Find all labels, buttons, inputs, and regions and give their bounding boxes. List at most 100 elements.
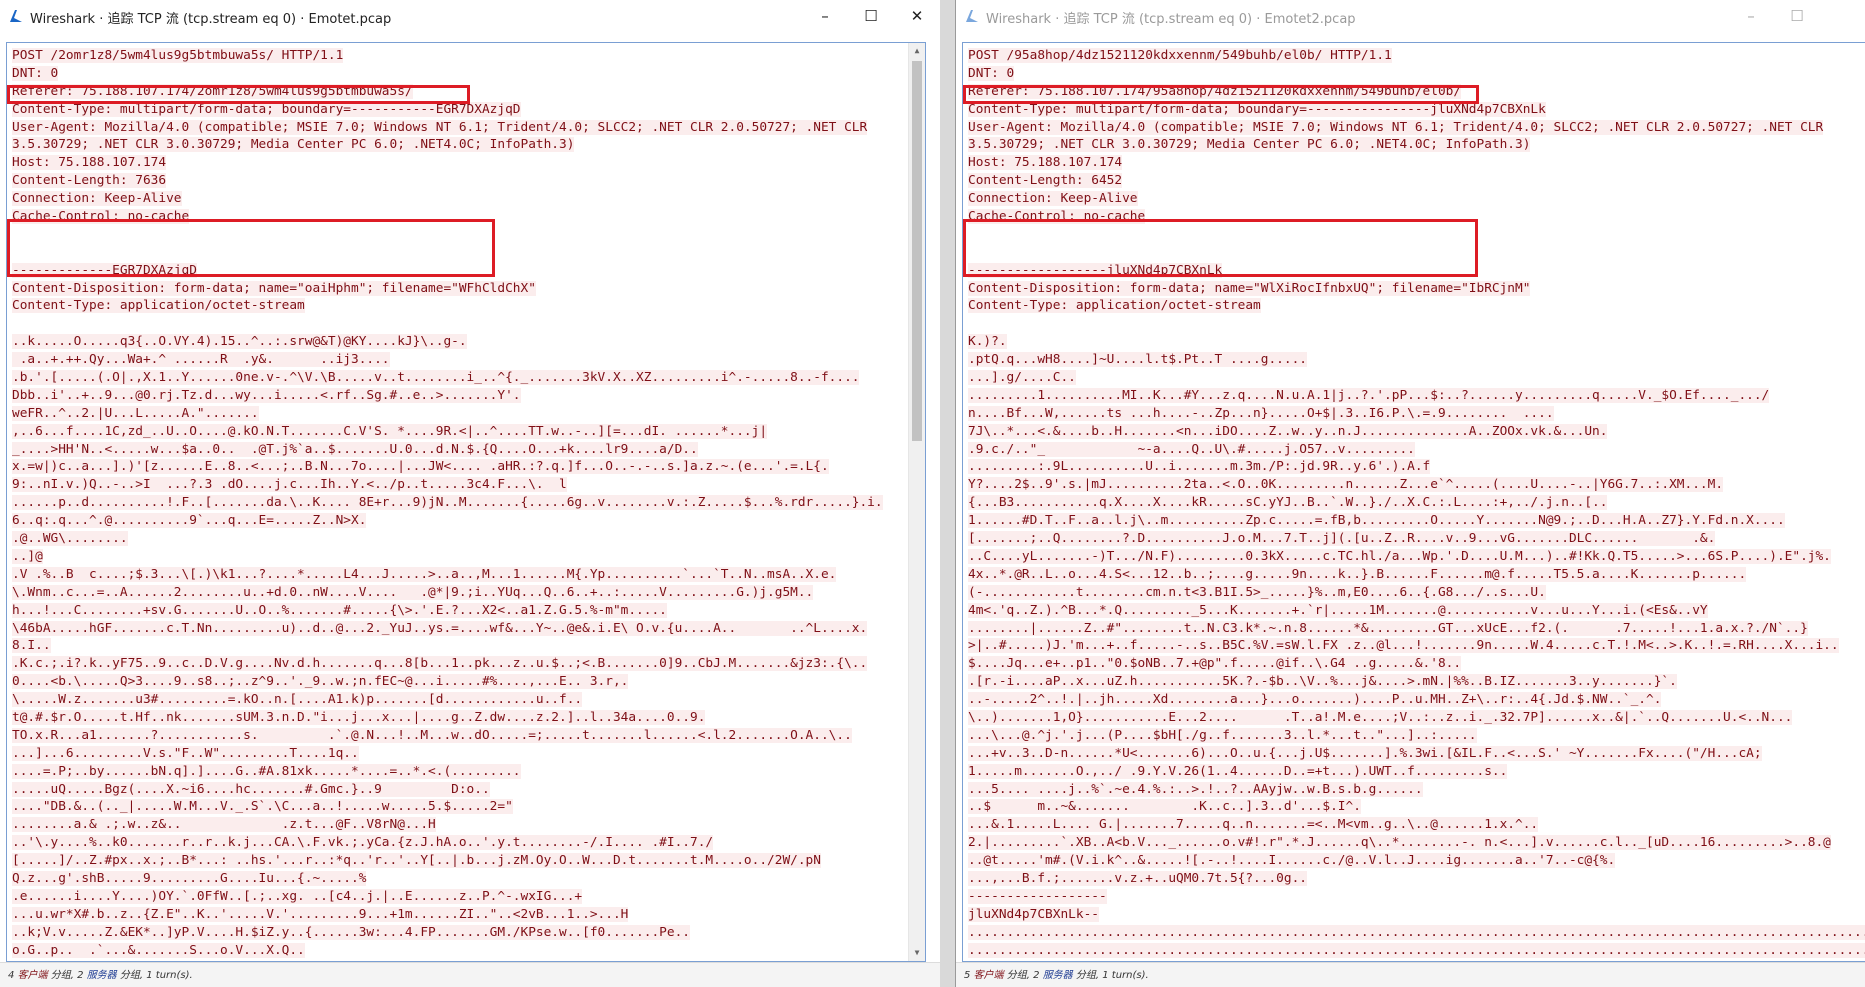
stream-line: ...&.1.....L.... G.|.......7.....q..n...… (968, 816, 1865, 834)
stream-line: 8.I.. (12, 637, 883, 655)
stream-line-text: 4x..*.@R..L..o...4.S<...12..b..;....g...… (968, 566, 1747, 582)
title-bar[interactable]: Wireshark · 追踪 TCP 流 (tcp.stream eq 0) ·… (956, 0, 1865, 32)
stream-line: ...5.... ....j..%`.~e.4.%.:..>.!..?..AAy… (968, 781, 1865, 799)
stream-lines: POST /95a8hop/4dz1521120kdxxennm/549buhb… (968, 47, 1865, 959)
stream-line: ....=.P;..by......bN.q].]....G..#A.81xk.… (12, 763, 883, 781)
stream-line-text: ..k.....O.....q3{..O.VY.4).15..^..:.srw@… (12, 334, 467, 350)
scroll-thumb[interactable] (912, 61, 922, 441)
stream-line-text: K.)?. (968, 334, 1007, 350)
scroll-up-icon[interactable]: ▲ (909, 43, 925, 59)
stream-line-text: .....uQ.....Bgz(....X.~i6....hc.......#.… (12, 781, 490, 797)
minimize-icon[interactable]: – (802, 0, 848, 32)
stream-line: t@.#.$r.O.....t.Hf..nk.......sUM.3.n.D."… (12, 709, 883, 727)
stream-line: 9:..nI.v.)Q..-..>I ...?.3 .dO....j.c...I… (12, 476, 883, 494)
stream-line: ,..6...f....1C,zd_..U..O....@.kO.N.T....… (12, 423, 883, 441)
stream-line: Connection: Keep-Alive (968, 190, 1865, 208)
stream-line-text: 3.5.30729; .NET CLR 3.0.30729; Media Cen… (968, 137, 1531, 153)
maximize-icon[interactable]: ☐ (1774, 0, 1820, 32)
stream-line: User-Agent: Mozilla/4.0 (compatible; MSI… (968, 119, 1865, 137)
stream-line: [.......;..Q........?.D..........J.o.M..… (968, 530, 1865, 548)
stream-line (968, 244, 1865, 262)
stream-line: -------------EGR7DXAzjqD (12, 262, 883, 280)
stream-line: \.....W.z.......u3#.........=.kO..n.[...… (12, 691, 883, 709)
stream-line-text: ..'\.y....%..k0.......r..r..k.j...CA.\.F… (12, 835, 714, 851)
stream-line-text: 9:..nI.v.)Q..-..>I ...?.3 .dO....j.c...I… (12, 477, 567, 493)
stream-line: _....>HH'N..<.....w...$a..0.. .@T.j%`a..… (12, 441, 883, 459)
stream-line-text: Content-Length: 6452 (968, 173, 1123, 189)
window-title: Wireshark · 追踪 TCP 流 (tcp.stream eq 0) ·… (30, 12, 392, 27)
stream-line: 2.|.........`.XB..A<b.V..._......o.v#!.r… (968, 834, 1865, 852)
wireshark-window-emotet2: Wireshark · 追踪 TCP 流 (tcp.stream eq 0) ·… (955, 0, 1865, 987)
stream-line: ......p..d..........!.F..[.......da.\..K… (12, 494, 883, 512)
stream-line-text: ...]...6.........V.s."F..W".........T...… (12, 745, 359, 761)
stream-line: ...].g/....C.. (968, 369, 1865, 387)
stream-line: 3.5.30729; .NET CLR 3.0.30729; Media Cen… (968, 136, 1865, 154)
stream-line-text: Dbb..i'..+..9...@0.rj.Tz.d...wy...i.....… (12, 387, 521, 403)
stream-line: ------------------jluXNd4p7CBXnLk (968, 262, 1865, 280)
stream-line: ..$ m..~&....... .K..c..].3..d'...$.I^. (968, 798, 1865, 816)
close-icon[interactable]: ✕ (894, 0, 940, 32)
stream-line: ...]...6.........V.s."F..W".........T...… (12, 745, 883, 763)
stream-line: 4m<.'q..Z.).^B...*.Q........._5...K.....… (968, 602, 1865, 620)
stream-line: DNT: 0 (12, 65, 883, 83)
stream-line: Host: 75.188.107.174 (968, 154, 1865, 172)
stream-line: K.)?. (968, 333, 1865, 351)
stream-line-text: \.Wnm..c...=..A......2........u..+d.0..n… (12, 584, 814, 600)
scroll-down-icon[interactable]: ▼ (909, 945, 925, 961)
stream-line-text: ..C....yL.......-)T.../N.F).........0.3k… (968, 548, 1831, 564)
status-bar: 5 客户端 分组, 2 服务器 分组, 1 turn(s). (956, 962, 1865, 987)
stream-line-text: Host: 75.188.107.174 (12, 155, 167, 171)
stream-line-text: 0....<b.\.....Q>3....9..s8..;..z^9..'._9… (12, 674, 629, 690)
stream-line: >|..#.....)J.'m...+..f.....-..s..B5C.%V.… (968, 637, 1865, 655)
stream-line: (-............t........cm.n.t<3.B1I.5>_.… (968, 584, 1865, 602)
stream-text-area[interactable]: POST /2omr1z8/5wm4lus9g5btmbuwa5s/ HTTP/… (6, 42, 926, 962)
stream-line: ..k.....O.....q3{..O.VY.4).15..^..:.srw@… (12, 333, 883, 351)
maximize-icon[interactable]: ☐ (848, 0, 894, 32)
stream-line-text: n....Bf...W,......ts ...h....-..Zp...n}.… (968, 405, 1554, 421)
stream-line: [.....]/..Z.#px..x.;..B*...: ..hs.'...r.… (12, 852, 883, 870)
stream-line: ........................................… (968, 924, 1865, 942)
stream-line-text: ........................................… (968, 924, 1865, 940)
stream-line-text: Content-Disposition: form-data; name="oa… (12, 280, 536, 296)
stream-line: 1.....m.......O.,../ .9.Y.V.26(1..4.....… (968, 763, 1865, 781)
vertical-scrollbar[interactable]: ▲ ▼ (908, 43, 925, 961)
stream-line: Content-Disposition: form-data; name="oa… (12, 280, 883, 298)
stream-line-text: Content-Type: application/octet-stream (968, 298, 1261, 314)
stream-line-text: Referer: 75.188.107.174/95a8hop/4dz15211… (968, 83, 1462, 99)
stream-line: .........1..........MI..K...#Y...z.q....… (968, 387, 1865, 405)
stream-line-text: Connection: Keep-Alive (968, 191, 1138, 207)
stream-text-area[interactable]: POST /95a8hop/4dz1521120kdxxennm/549buhb… (962, 42, 1865, 962)
stream-line: Content-Type: multipart/form-data; bound… (968, 101, 1865, 119)
stream-line-text: ...\...@.^j.'.j...(P....$bH[./g..f......… (968, 727, 1477, 743)
stream-line-text: ...."DB.&..(.._|.....W.M...V._.S`.\C...a… (12, 799, 513, 815)
stream-line-text: Host: 75.188.107.174 (968, 155, 1123, 171)
stream-line: Content-Disposition: form-data; name="Wl… (968, 280, 1865, 298)
stream-line-text: .[r.-i....aP..x...uZ.h...........5K.?.-$… (968, 674, 1677, 690)
stream-line-text: jluXNd4p7CBXnLk-- (968, 906, 1099, 922)
stream-line: .....uQ.....Bgz(....X.~i6....hc.......#.… (12, 781, 883, 799)
stream-line: \..).......1,O}...........E...2.... .T..… (968, 709, 1865, 727)
status-bar: 4 客户端 分组, 2 服务器 分组, 1 turn(s). (0, 962, 940, 987)
stream-line-text: \.....W.z.......u3#.........=.kO..n.[...… (12, 692, 583, 708)
minimize-icon[interactable]: – (1728, 0, 1774, 32)
stream-line: 3.5.30729; .NET CLR 3.0.30729; Media Cen… (12, 136, 883, 154)
stream-line-text: ..]@ (12, 548, 43, 564)
stream-line: POST /2omr1z8/5wm4lus9g5btmbuwa5s/ HTTP/… (12, 47, 883, 65)
stream-line: ..-.....2^..!.|..jh.....Xd........a...}.… (968, 691, 1865, 709)
stream-line-text: {...B3...........q.X....X....kR.....sC.y… (968, 495, 1608, 511)
stream-line-text: t@.#.$r.O.....t.Hf..nk.......sUM.3.n.D."… (12, 709, 706, 725)
stream-line-text: Content-Type: application/octet-stream (12, 298, 305, 314)
stream-line: ...+v..3..D-n......*U<.......6)...O..u.{… (968, 745, 1865, 763)
stream-line: Content-Length: 6452 (968, 172, 1865, 190)
stream-line-text: .b.'.[.....(.O|.,X.1..Y......0ne.v-.^\V.… (12, 370, 860, 386)
stream-line: TO.x.R...a1.......?...........s. .`.@.N.… (12, 727, 883, 745)
stream-line-text: 1......#D.T..F..a..l.j\..m..........Zp.c… (968, 513, 1785, 529)
stream-line: Content-Length: 7636 (12, 172, 883, 190)
title-bar[interactable]: Wireshark · 追踪 TCP 流 (tcp.stream eq 0) ·… (0, 0, 940, 32)
stream-line: .........:.9L..........U..i.......m.3m./… (968, 458, 1865, 476)
stream-line: Y?....2$..9'.s.|mJ..........2ta..<.O..0K… (968, 476, 1865, 494)
stream-line: 0....<b.\.....Q>3....9..s8..;..z^9..'._9… (12, 673, 883, 691)
stream-line-text: ....=.P;..by......bN.q].]....G..#A.81xk.… (12, 763, 521, 779)
stream-line-text: .........1..........MI..K...#Y...z.q....… (968, 387, 1770, 403)
stream-line-text: ..k;V.v.....Z.&EK*..]yP.V....H.$iZ.y..{.… (12, 924, 690, 940)
